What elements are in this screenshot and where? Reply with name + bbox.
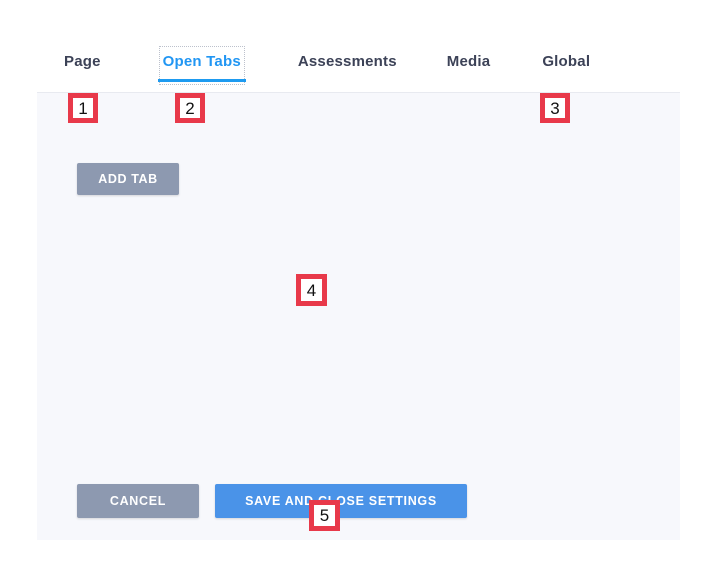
tab-media[interactable]: Media bbox=[446, 49, 492, 82]
add-tab-button[interactable]: ADD TAB bbox=[77, 163, 179, 195]
annotation-marker-4: 4 bbox=[296, 274, 327, 306]
annotation-marker-1: 1 bbox=[68, 93, 98, 123]
settings-tab-bar: Page Open Tabs Assessments Media Global bbox=[37, 38, 680, 93]
tab-page[interactable]: Page bbox=[63, 49, 102, 82]
open-tabs-panel-body: ADD TAB CANCEL SAVE AND CLOSE SETTINGS bbox=[37, 93, 680, 540]
cancel-button[interactable]: CANCEL bbox=[77, 484, 199, 518]
settings-panel: Page Open Tabs Assessments Media Global … bbox=[37, 38, 680, 540]
save-and-close-settings-button[interactable]: SAVE AND CLOSE SETTINGS bbox=[215, 484, 467, 518]
tab-list-empty-area bbox=[77, 208, 640, 468]
tab-assessments[interactable]: Assessments bbox=[297, 49, 398, 82]
footer-actions: CANCEL SAVE AND CLOSE SETTINGS bbox=[77, 484, 467, 518]
annotation-marker-3: 3 bbox=[540, 93, 570, 123]
annotation-marker-2: 2 bbox=[175, 93, 205, 123]
tab-global[interactable]: Global bbox=[541, 49, 591, 82]
tab-open-tabs[interactable]: Open Tabs bbox=[157, 45, 247, 85]
annotation-marker-5: 5 bbox=[309, 500, 340, 531]
